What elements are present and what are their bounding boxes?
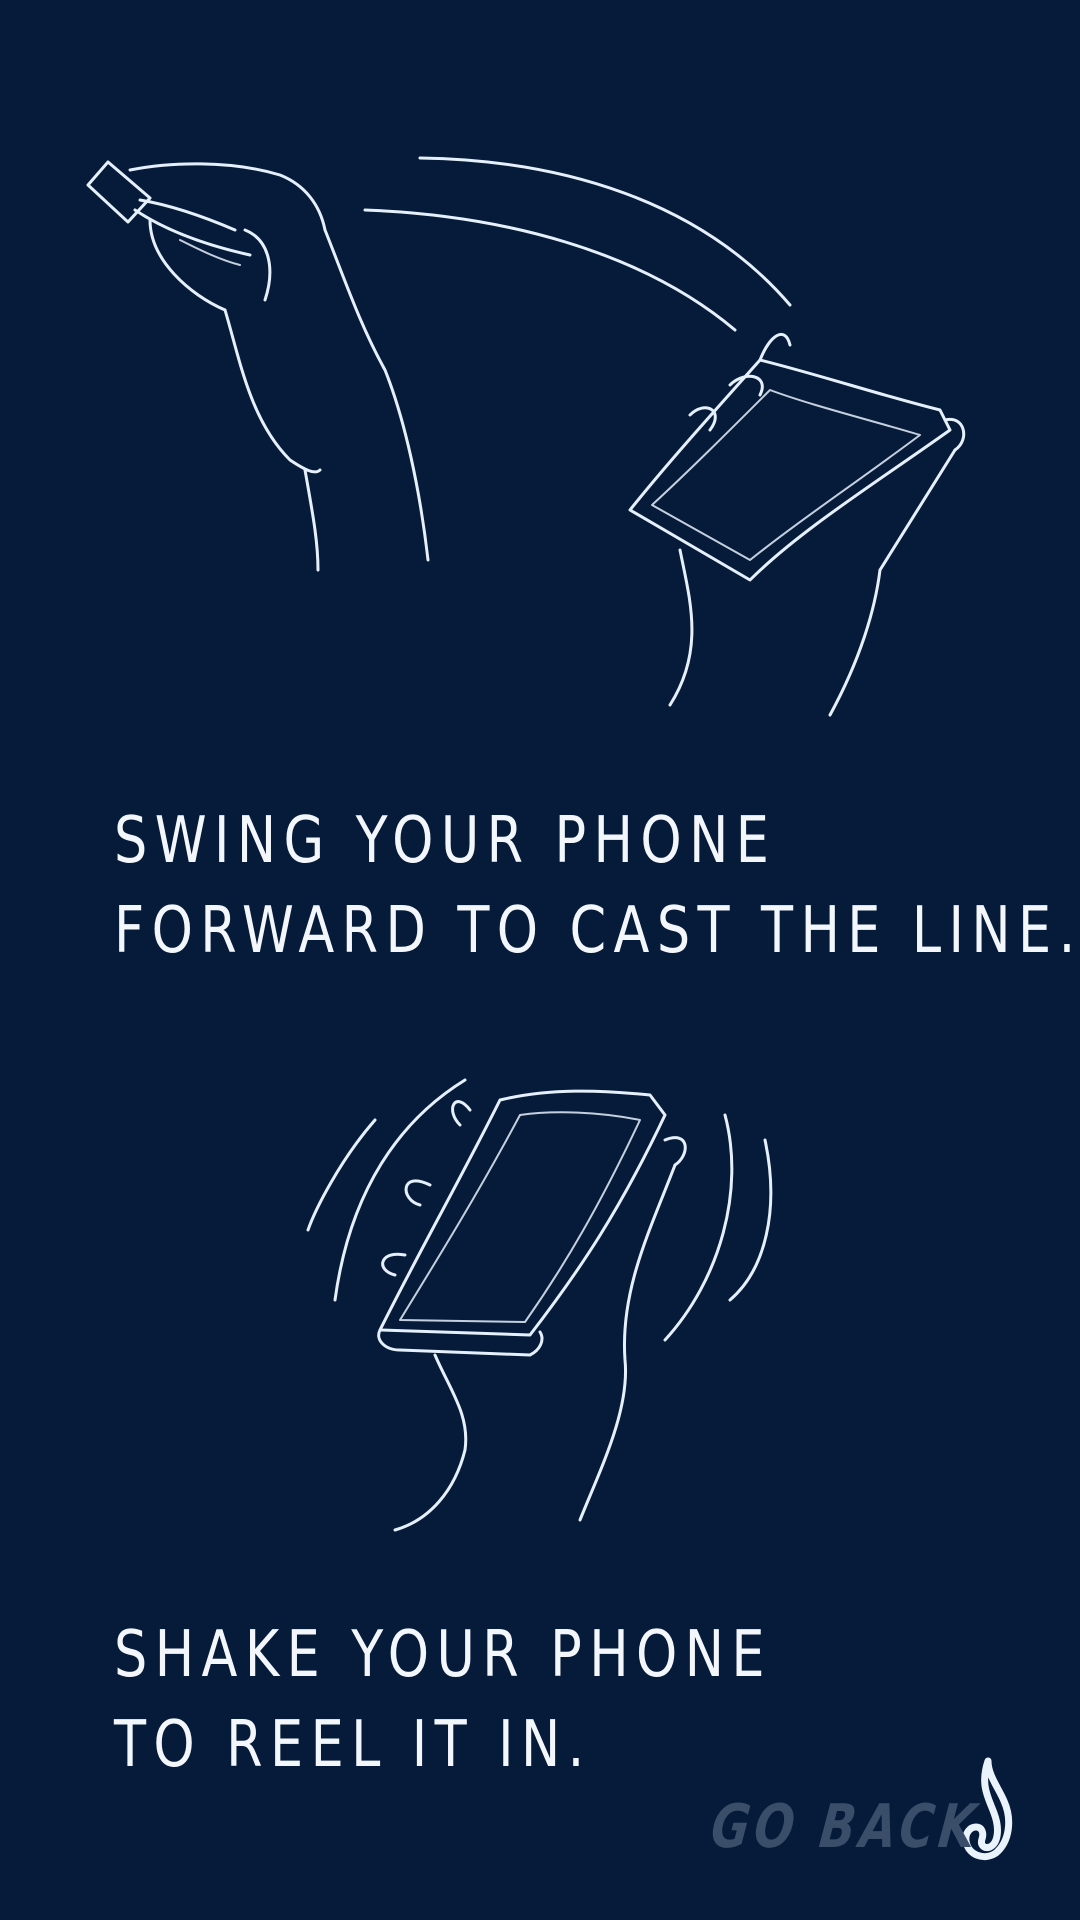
go-back-button[interactable]: GO BACK [632, 1757, 1018, 1870]
swing-phone-illustration-icon [86, 156, 966, 717]
reel-instruction-line-1: SHAKE YOUR PHONE [114, 1618, 772, 1692]
cast-instruction-line-2: FORWARD TO CAST THE LINE. [114, 894, 1080, 968]
cast-instruction-line-1: SWING YOUR PHONE [114, 804, 777, 878]
reel-illustration [0, 1070, 1080, 1550]
go-back-label: GO BACK [707, 1792, 984, 1862]
cast-instruction-text: SWING YOUR PHONE FORWARD TO CAST THE LIN… [114, 796, 1080, 976]
shake-phone-illustration-icon [306, 1078, 773, 1532]
cast-illustration [0, 130, 1080, 730]
tutorial-screen: SWING YOUR PHONE FORWARD TO CAST THE LIN… [0, 0, 1080, 1920]
